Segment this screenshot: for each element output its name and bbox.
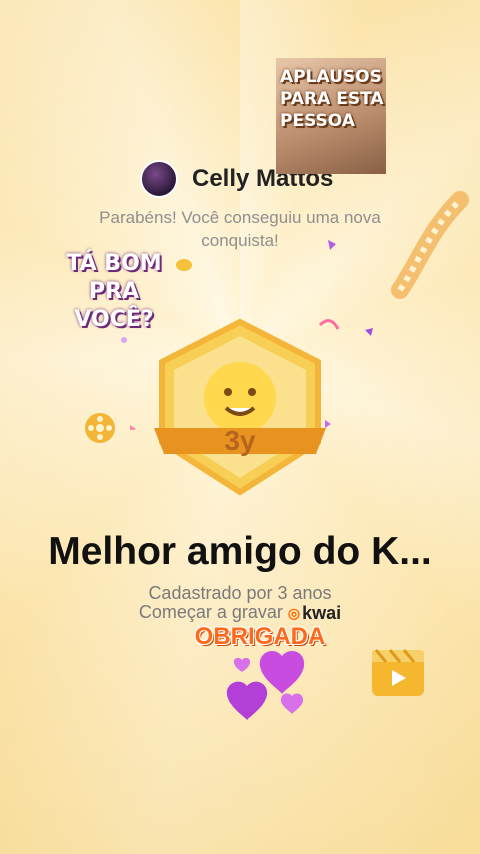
congrats-line-2: conquista! <box>201 231 279 250</box>
achievement-badge: 3y <box>154 318 326 496</box>
badge-label: 3y <box>224 425 256 456</box>
achievement-subtitle: Cadastrado por 3 anos <box>148 583 332 603</box>
sun-mascot-icon <box>204 362 276 434</box>
applause-sticker: APLAUSOS PARA ESTA PESSOA <box>276 58 386 174</box>
sticker-line: APLAUSOS <box>280 67 382 87</box>
congrats-line-1: Parabéns! Você conseguiu uma nova <box>99 208 381 227</box>
clapperboard-icon <box>372 649 424 696</box>
kwai-brand: kwai <box>302 603 342 623</box>
hearts-sticker <box>226 651 305 720</box>
avatar[interactable] <box>140 160 178 198</box>
kwai-logo-icon: ◎ <box>287 605 301 621</box>
sticker-line: PESSOA <box>280 111 355 131</box>
sticker-line: PARA ESTA <box>280 89 384 109</box>
record-row[interactable]: Começar a gravar ◎ kwai <box>0 602 480 624</box>
sticker-line: TÁ BOM <box>66 251 162 276</box>
record-label[interactable]: Começar a gravar <box>139 602 283 622</box>
achievement-title: Melhor amigo do K... <box>48 530 432 573</box>
congrats-message: Parabéns! Você conseguiu uma nova conqui… <box>60 206 420 252</box>
kwai-logo: ◎ kwai <box>288 603 341 624</box>
